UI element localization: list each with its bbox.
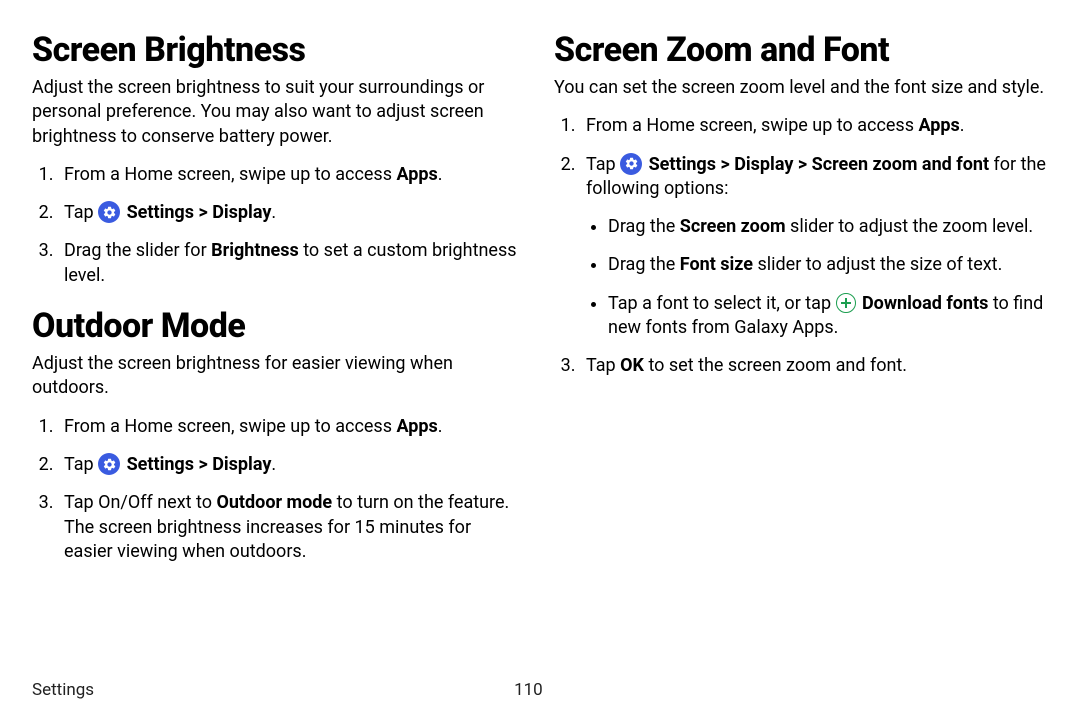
heading-screen-zoom-font: Screen Zoom and Font — [554, 30, 1048, 70]
apps-label: Apps — [396, 164, 437, 185]
sub-text: Drag the — [608, 254, 680, 275]
step-1: From a Home screen, swipe up to access A… — [58, 163, 520, 187]
step-text-end: . — [960, 115, 965, 136]
settings-gear-icon — [620, 153, 642, 175]
steps-screen-zoom-font: From a Home screen, swipe up to access A… — [554, 114, 1048, 378]
step-text-end: . — [438, 416, 443, 437]
step-text: From a Home screen, swipe up to access — [586, 115, 918, 136]
display-label: Display — [212, 454, 271, 475]
step-1: From a Home screen, swipe up to access A… — [58, 415, 520, 439]
screen-zoom-font-label: Screen zoom and font — [812, 154, 989, 175]
step-2: Tap Settings > Display > Screen zoom and… — [580, 153, 1048, 341]
left-column: Screen Brightness Adjust the screen brig… — [32, 30, 540, 690]
step-text-end: to set the screen zoom and font. — [644, 355, 907, 376]
display-label: Display — [734, 154, 793, 175]
step-tap: Tap — [64, 454, 98, 475]
step-end: . — [271, 202, 276, 223]
apps-label: Apps — [918, 115, 959, 136]
intro-screen-zoom-font: You can set the screen zoom level and th… — [554, 76, 1048, 100]
step-2: Tap Settings > Display. — [58, 453, 520, 477]
screen-zoom-label: Screen zoom — [680, 216, 786, 237]
brightness-label: Brightness — [211, 240, 299, 261]
footer-section: Settings — [32, 680, 94, 700]
step-3: Tap OK to set the screen zoom and font. — [580, 354, 1048, 378]
heading-screen-brightness: Screen Brightness — [32, 30, 520, 70]
path-separator: > — [716, 154, 734, 175]
path-separator: > — [194, 454, 212, 475]
right-column: Screen Zoom and Font You can set the scr… — [540, 30, 1048, 690]
sub-text-end: slider to adjust the size of text. — [753, 254, 1002, 275]
outdoor-mode-label: Outdoor mode — [216, 492, 332, 513]
settings-label: Settings — [127, 454, 194, 475]
heading-outdoor-mode: Outdoor Mode — [32, 306, 520, 346]
settings-label: Settings — [649, 154, 716, 175]
plus-circle-icon — [836, 293, 856, 313]
download-fonts-label: Download fonts — [862, 293, 988, 314]
sub-option-fontsize: Drag the Font size slider to adjust the … — [608, 253, 1048, 277]
step-text-end: . — [438, 164, 443, 185]
step-3: Tap On/Off next to Outdoor mode to turn … — [58, 491, 520, 564]
step-text: From a Home screen, swipe up to access — [64, 416, 396, 437]
settings-gear-icon — [98, 201, 120, 223]
step-text: Drag the slider for — [64, 240, 211, 261]
sub-text: Drag the — [608, 216, 680, 237]
step-text: Tap — [586, 355, 620, 376]
footer-page-number: 110 — [514, 680, 543, 700]
steps-screen-brightness: From a Home screen, swipe up to access A… — [32, 163, 520, 288]
step-tap: Tap — [586, 154, 620, 175]
settings-gear-icon — [98, 453, 120, 475]
path-separator: > — [793, 154, 811, 175]
step-text: Tap On/Off next to — [64, 492, 216, 513]
page-footer: Settings 110 — [32, 680, 1048, 700]
sub-options: Drag the Screen zoom slider to adjust th… — [586, 215, 1048, 340]
step-tap: Tap — [64, 202, 98, 223]
step-end: . — [271, 454, 276, 475]
step-2: Tap Settings > Display. — [58, 201, 520, 225]
steps-outdoor-mode: From a Home screen, swipe up to access A… — [32, 415, 520, 564]
path-separator: > — [194, 202, 212, 223]
sub-option-download-fonts: Tap a font to select it, or tap Download… — [608, 292, 1048, 341]
intro-screen-brightness: Adjust the screen brightness to suit you… — [32, 76, 520, 149]
display-label: Display — [212, 202, 271, 223]
sub-text-end: slider to adjust the zoom level. — [786, 216, 1034, 237]
sub-text: Tap a font to select it, or tap — [608, 293, 836, 314]
ok-label: OK — [620, 355, 644, 376]
sub-option-zoom: Drag the Screen zoom slider to adjust th… — [608, 215, 1048, 239]
font-size-label: Font size — [680, 254, 753, 275]
page-content: Screen Brightness Adjust the screen brig… — [0, 0, 1080, 690]
step-1: From a Home screen, swipe up to access A… — [580, 114, 1048, 138]
settings-label: Settings — [127, 202, 194, 223]
apps-label: Apps — [396, 416, 437, 437]
intro-outdoor-mode: Adjust the screen brightness for easier … — [32, 352, 520, 401]
step-text: From a Home screen, swipe up to access — [64, 164, 396, 185]
step-3: Drag the slider for Brightness to set a … — [58, 239, 520, 288]
